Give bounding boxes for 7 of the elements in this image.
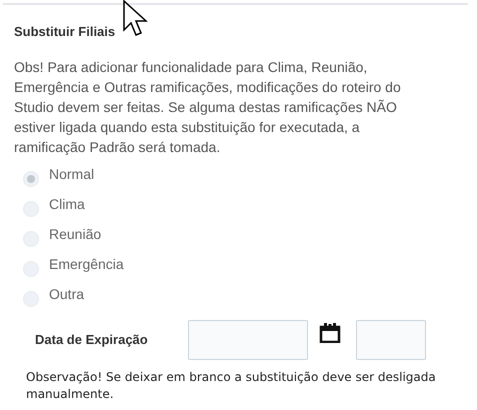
calendar-icon[interactable] [319, 323, 341, 343]
note-paragraph: Obs! Para adicionar funcionalidade para Clima, Reunião, Emergência e Outras ramificações, modificações do roteiro do Studio devem ser feitas. Se alguma destas ramificações NÃO estiver ligada quando esta substituição for executada, a ramificação Padrão será tomada. [14, 58, 402, 157]
field-label: Data de Expiração [35, 331, 149, 350]
section-title: Substituir Filiais [14, 23, 116, 41]
time-field[interactable] [356, 320, 426, 360]
date-field[interactable] [188, 320, 308, 360]
footer-note: Observação! Se deixar em branco a substituição deve ser desligada manualmente. [26, 369, 437, 403]
